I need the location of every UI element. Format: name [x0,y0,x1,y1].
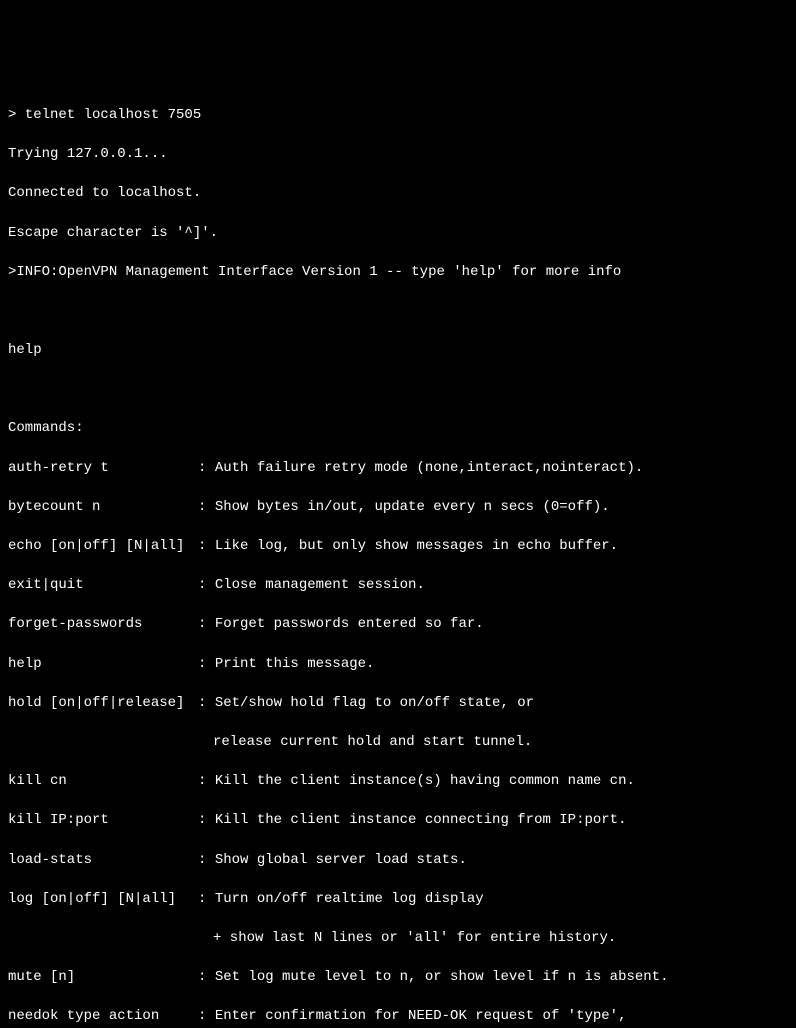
command-row: help: Print this message. [8,655,788,675]
command-name: needok type action [8,1007,198,1027]
help-typed: help [8,341,788,361]
command-sep: : [198,772,215,792]
command-sep: : [198,694,215,714]
command-sep: : [198,890,215,910]
command-name: kill cn [8,772,198,792]
command-row: exit|quit: Close management session. [8,576,788,596]
command-desc: Kill the client instance(s) having commo… [215,772,635,792]
command-desc: Set/show hold flag to on/off state, or [215,694,534,714]
command-name: auth-retry t [8,459,198,479]
terminal[interactable]: > telnet localhost 7505 Trying 127.0.0.1… [8,86,788,1028]
command-row: needok type action: Enter confirmation f… [8,1007,788,1027]
command-desc: Print this message. [215,655,375,675]
command-row: mute [n]: Set log mute level to n, or sh… [8,968,788,988]
command-sep: : [198,537,215,557]
command-name: log [on|off] [N|all] [8,890,198,910]
command-sep: : [198,498,215,518]
command-sep: : [198,615,215,635]
command-row: echo [on|off] [N|all]: Like log, but onl… [8,537,788,557]
command-desc: Set log mute level to n, or show level i… [215,968,669,988]
command-sep: : [198,576,215,596]
command-sep: : [198,655,215,675]
command-sep: : [198,811,215,831]
connecting-line: Connected to localhost. [8,184,788,204]
command-name: forget-passwords [8,615,198,635]
command-desc: Like log, but only show messages in echo… [215,537,618,557]
command-desc: Show bytes in/out, update every n secs (… [215,498,610,518]
command-row: log [on|off] [N|all]: Turn on/off realti… [8,890,788,910]
command-name: load-stats [8,851,198,871]
info-line: >INFO:OpenVPN Management Interface Versi… [8,263,788,283]
command-name: hold [on|off|release] [8,694,198,714]
command-desc: Enter confirmation for NEED-OK request o… [215,1007,627,1027]
connecting-line: Trying 127.0.0.1... [8,145,788,165]
command-name: bytecount n [8,498,198,518]
command-desc: Show global server load stats. [215,851,467,871]
command-sep: : [198,968,215,988]
command-row: forget-passwords: Forget passwords enter… [8,615,788,635]
command-name: mute [n] [8,968,198,988]
command-name: echo [on|off] [N|all] [8,537,198,557]
command-desc: Forget passwords entered so far. [215,615,484,635]
command-row: kill IP:port: Kill the client instance c… [8,811,788,831]
command-sep: : [198,1007,215,1027]
commands-header: Commands: [8,419,788,439]
command-row: load-stats: Show global server load stat… [8,851,788,871]
command-name: exit|quit [8,576,198,596]
command-desc: Close management session. [215,576,425,596]
command-name: help [8,655,198,675]
command-desc-cont: + show last N lines or 'all' for entire … [8,929,788,949]
command-row: auth-retry t: Auth failure retry mode (n… [8,459,788,479]
command-row: hold [on|off|release]: Set/show hold fla… [8,694,788,714]
blank-line [8,380,788,400]
connecting-line: Escape character is '^]'. [8,224,788,244]
command-row: bytecount n: Show bytes in/out, update e… [8,498,788,518]
command-desc: Turn on/off realtime log display [215,890,484,910]
command-desc: Kill the client instance connecting from… [215,811,627,831]
command-sep: : [198,851,215,871]
command-sep: : [198,459,215,479]
command-row: kill cn: Kill the client instance(s) hav… [8,772,788,792]
command-desc: Auth failure retry mode (none,interact,n… [215,459,643,479]
command-name: kill IP:port [8,811,198,831]
prompt-line: > telnet localhost 7505 [8,106,788,126]
command-desc-cont: release current hold and start tunnel. [8,733,788,753]
blank-line [8,302,788,322]
